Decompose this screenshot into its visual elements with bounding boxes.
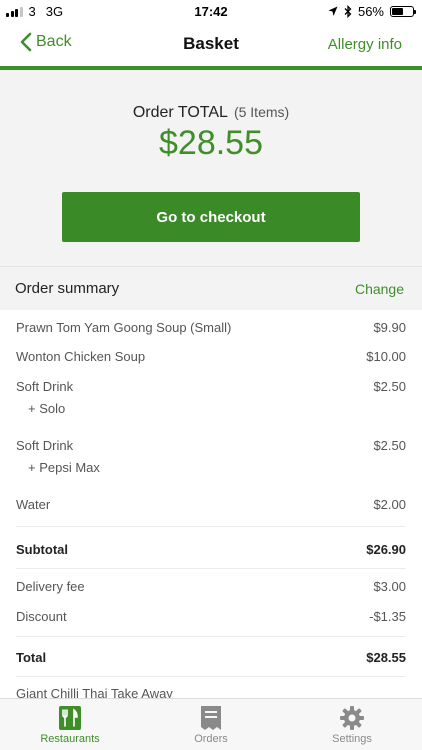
- divider: [16, 636, 406, 637]
- discount-value: -$1.35: [369, 609, 406, 624]
- item-name: Wonton Chicken Soup: [16, 349, 146, 364]
- tab-restaurants[interactable]: Restaurants: [20, 705, 120, 745]
- tab-label: Settings: [332, 733, 372, 745]
- tab-label: Orders: [194, 733, 228, 745]
- status-bar: 3 3G 17:42 56%: [0, 0, 422, 24]
- battery-icon: [390, 6, 416, 17]
- tab-orders[interactable]: Orders: [161, 705, 261, 745]
- item-name: Water: [16, 497, 51, 512]
- checkout-button[interactable]: Go to checkout: [62, 192, 360, 242]
- restaurant-icon: [59, 706, 81, 730]
- bluetooth-icon: [344, 5, 352, 18]
- total-label: Total: [16, 650, 47, 665]
- nav-bar: Back Basket Allergy info: [0, 24, 422, 66]
- tab-settings[interactable]: Settings: [302, 705, 402, 745]
- gear-icon: [340, 706, 364, 730]
- item-name: Prawn Tom Yam Goong Soup (Small): [16, 320, 232, 335]
- item-price: $2.50: [373, 379, 406, 394]
- battery-percent: 56%: [357, 4, 384, 19]
- item-count-label: (5 Items): [233, 104, 290, 120]
- tab-bar: Restaurants Orders Settings: [0, 698, 422, 750]
- status-right: 56%: [328, 4, 416, 19]
- order-total-value: $28.55: [159, 124, 263, 162]
- item-price: $9.90: [373, 320, 406, 335]
- item-option: + Solo: [28, 401, 66, 416]
- total-value: $28.55: [366, 650, 406, 665]
- item-option: + Pepsi Max: [28, 460, 100, 475]
- allergy-info-button[interactable]: Allergy info: [328, 36, 402, 53]
- subtotal-label: Subtotal: [16, 542, 68, 557]
- divider: [16, 526, 406, 527]
- item-price: $2.50: [373, 438, 406, 453]
- order-summary-title: Order summary: [15, 280, 120, 297]
- item-price: $10.00: [366, 349, 406, 364]
- discount-label: Discount: [16, 609, 67, 624]
- order-summary-header: Order summary Change: [0, 266, 422, 310]
- delivery-fee-label: Delivery fee: [16, 579, 85, 594]
- order-total-label: Order TOTAL: [132, 104, 228, 121]
- change-button[interactable]: Change: [355, 281, 404, 297]
- subtotal-value: $26.90: [366, 542, 406, 557]
- order-total-panel: Order TOTAL (5 Items) $28.55 Go to checko…: [0, 70, 422, 266]
- location-arrow-icon: [328, 6, 338, 16]
- item-price: $2.00: [373, 497, 406, 512]
- item-name: Soft Drink: [16, 438, 74, 453]
- divider: [16, 676, 406, 677]
- delivery-fee-value: $3.00: [373, 579, 406, 594]
- divider: [16, 568, 406, 569]
- item-name: Soft Drink: [16, 379, 74, 394]
- receipt-icon: [201, 706, 221, 730]
- order-total-line: Order TOTAL (5 Items): [0, 104, 422, 122]
- tab-label: Restaurants: [40, 733, 100, 745]
